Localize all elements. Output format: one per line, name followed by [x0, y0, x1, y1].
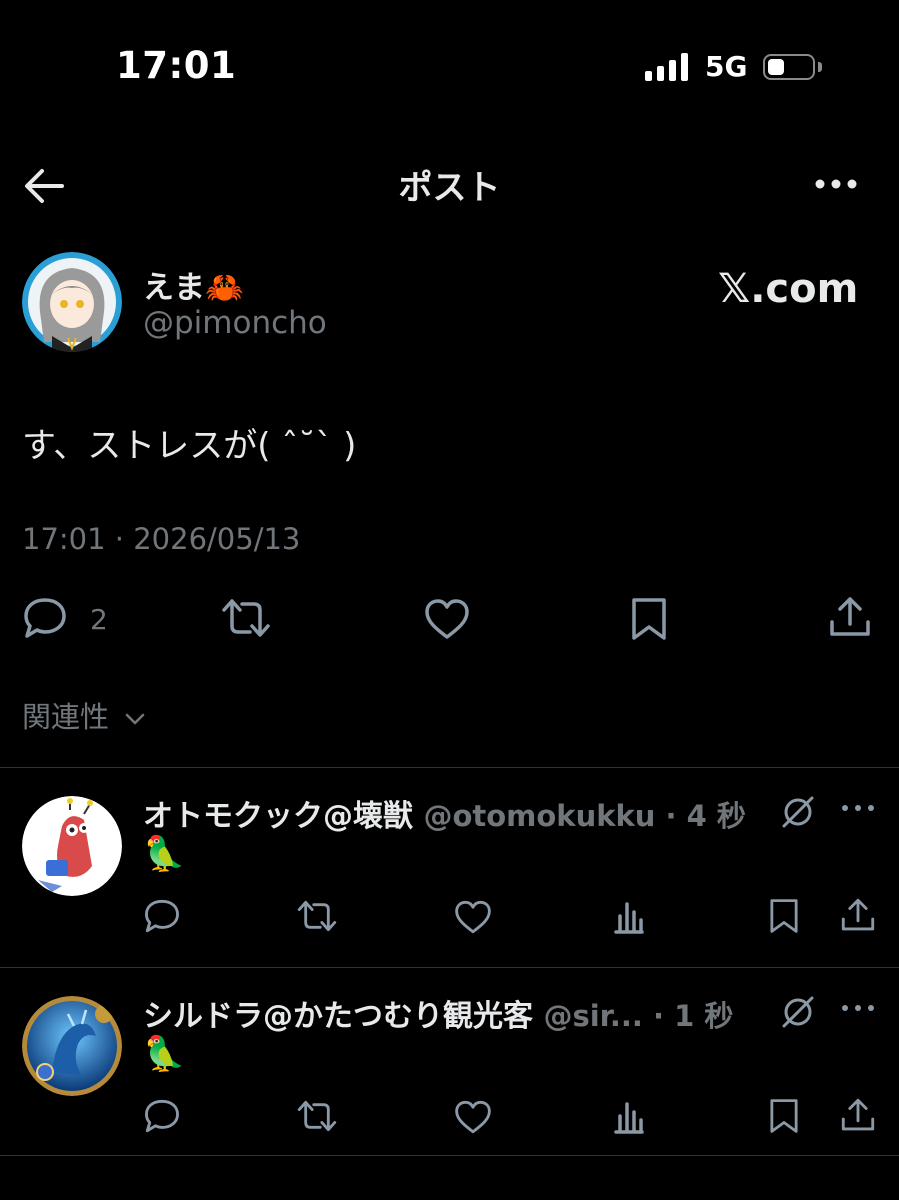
- grok-icon[interactable]: [778, 792, 818, 832]
- bookmark-icon[interactable]: [767, 1097, 801, 1135]
- author-avatar[interactable]: [22, 252, 122, 352]
- post-timestamp[interactable]: 17:01 · 2026/05/13: [22, 522, 300, 556]
- reply-author-name: シルドラ@かたつむり観光客: [143, 999, 533, 1034]
- reply-icon[interactable]: [143, 898, 181, 934]
- reply-text: 🦜: [143, 834, 186, 874]
- replies-sort[interactable]: 関連性: [22, 694, 146, 736]
- divider: [0, 767, 899, 768]
- divider: [0, 967, 899, 968]
- sort-label: 関連性: [22, 700, 110, 734]
- battery-tip: [818, 62, 822, 72]
- reply-author-name: オトモクック@壊獣: [143, 799, 413, 834]
- page-title: ポスト: [398, 168, 501, 208]
- reply-avatar[interactable]: [22, 796, 122, 896]
- source-label: 𝕏.com: [718, 266, 859, 312]
- network-label: 5G: [705, 50, 748, 83]
- author-name[interactable]: えま🦀: [143, 262, 244, 307]
- bookmark-icon[interactable]: [767, 897, 801, 935]
- chevron-down-icon: [125, 713, 145, 725]
- share-icon[interactable]: [840, 1096, 876, 1134]
- grok-icon[interactable]: [778, 992, 818, 1032]
- reply-author[interactable]: オトモクック@壊獣 @otomokukku · 4 秒: [143, 791, 746, 835]
- views-icon[interactable]: [612, 1098, 646, 1134]
- share-icon[interactable]: [828, 594, 872, 640]
- reply-icon[interactable]: [143, 1098, 181, 1134]
- like-icon[interactable]: [423, 597, 471, 641]
- reply-handle: @sir... · 1 秒: [543, 999, 734, 1033]
- like-icon[interactable]: [453, 899, 493, 935]
- divider: [0, 1155, 899, 1156]
- reply-avatar[interactable]: [22, 996, 122, 1096]
- signal-icon: [645, 53, 691, 81]
- more-icon[interactable]: [840, 800, 876, 816]
- more-icon[interactable]: [840, 1000, 876, 1016]
- author-handle[interactable]: @pimoncho: [143, 305, 327, 341]
- status-time: 17:01: [116, 44, 237, 87]
- battery-icon: [763, 54, 815, 80]
- retweet-icon[interactable]: [296, 1098, 338, 1134]
- views-icon[interactable]: [612, 898, 646, 934]
- reply-icon[interactable]: [22, 596, 68, 640]
- more-icon[interactable]: [813, 172, 859, 196]
- post-text: す、ストレスが( ˆ˘ˋ ): [22, 426, 357, 466]
- reply-count: 2: [90, 603, 108, 636]
- bookmark-icon[interactable]: [628, 596, 670, 642]
- reply-text: 🦜: [143, 1034, 186, 1074]
- retweet-icon[interactable]: [296, 898, 338, 934]
- like-icon[interactable]: [453, 1099, 493, 1135]
- retweet-icon[interactable]: [220, 596, 272, 640]
- reply-handle: @otomokukku · 4 秒: [423, 799, 746, 833]
- share-icon[interactable]: [840, 896, 876, 934]
- reply-author[interactable]: シルドラ@かたつむり観光客 @sir... · 1 秒: [143, 991, 733, 1035]
